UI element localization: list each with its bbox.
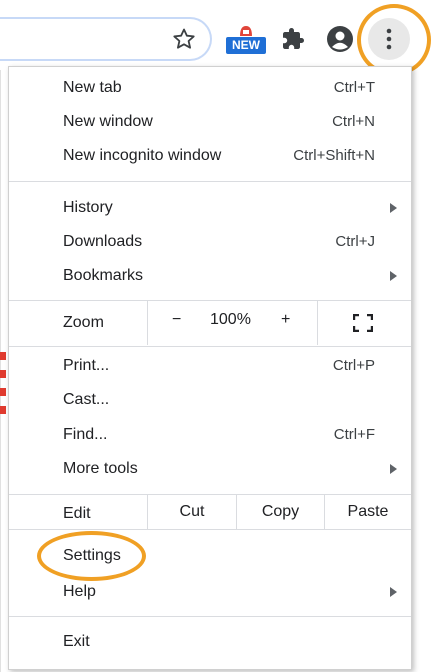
page-red-mark — [0, 406, 6, 414]
menu-item-label: Bookmarks — [63, 267, 144, 284]
menu-item-find[interactable]: Find... Ctrl+F — [9, 418, 411, 452]
menu-item-print[interactable]: Print... Ctrl+P — [9, 349, 411, 383]
menu-item-shortcut: Ctrl+T — [333, 79, 375, 96]
menu-separator — [9, 616, 411, 617]
menu-item-label: New incognito window — [63, 147, 222, 164]
menu-separator — [9, 181, 411, 182]
menu-item-cast[interactable]: Cast... — [9, 383, 411, 417]
menu-item-history[interactable]: History — [9, 191, 411, 225]
menu-item-label: More tools — [63, 460, 138, 477]
menu-item-bookmarks[interactable]: Bookmarks — [9, 259, 411, 293]
zoom-label: Zoom — [63, 314, 104, 331]
page-red-mark — [0, 388, 6, 396]
edit-label: Edit — [63, 505, 91, 522]
menu-item-help[interactable]: Help — [9, 575, 411, 609]
menu-item-shortcut: Ctrl+Shift+N — [293, 147, 375, 164]
menu-item-label: New tab — [63, 79, 122, 96]
extension-new-button[interactable]: NEW — [226, 24, 266, 60]
submenu-arrow-icon — [390, 203, 397, 213]
zoom-in-button[interactable]: + — [281, 311, 290, 329]
fullscreen-icon[interactable] — [353, 314, 373, 332]
menu-item-shortcut: Ctrl+J — [335, 233, 375, 250]
menu-item-new-window[interactable]: New window Ctrl+N — [9, 105, 411, 139]
menu-edit-row: Edit Cut Copy Paste — [9, 495, 411, 529]
menu-item-label: New window — [63, 113, 153, 130]
menu-item-shortcut: Ctrl+P — [332, 357, 375, 374]
menu-separator — [9, 529, 411, 530]
star-outline-icon[interactable] — [172, 27, 196, 51]
menu-item-new-tab[interactable]: New tab Ctrl+T — [9, 71, 411, 105]
zoom-divider — [147, 301, 148, 345]
menu-separator — [9, 346, 411, 347]
menu-item-label: Print... — [63, 357, 110, 374]
submenu-arrow-icon — [390, 464, 397, 474]
settings-highlight-circle — [37, 531, 146, 581]
page-red-mark — [0, 352, 6, 360]
zoom-out-button[interactable]: − — [172, 311, 181, 329]
extension-new-badge: NEW — [226, 37, 266, 54]
menu-item-exit[interactable]: Exit — [9, 625, 411, 659]
menu-zoom-row: Zoom − 100% + — [9, 301, 411, 345]
menu-item-label: Help — [63, 583, 96, 600]
menu-item-more-tools[interactable]: More tools — [9, 452, 411, 486]
menu-item-downloads[interactable]: Downloads Ctrl+J — [9, 225, 411, 259]
menu-item-label: Downloads — [63, 233, 143, 250]
cut-button[interactable]: Cut — [147, 495, 236, 529]
menu-item-shortcut: Ctrl+N — [332, 113, 375, 130]
submenu-arrow-icon — [390, 271, 397, 281]
browser-toolbar: NEW — [0, 0, 437, 76]
zoom-level-value: 100% — [210, 311, 251, 328]
account-circle-icon[interactable] — [326, 25, 354, 53]
extension-hat-icon — [240, 26, 252, 36]
menu-item-label: History — [63, 199, 113, 216]
menu-item-shortcut: Ctrl+F — [333, 426, 375, 443]
menu-item-label: Exit — [63, 633, 90, 650]
submenu-arrow-icon — [390, 587, 397, 597]
zoom-divider — [317, 301, 318, 345]
page-red-mark — [0, 370, 6, 378]
menu-item-new-incognito-window[interactable]: New incognito window Ctrl+Shift+N — [9, 139, 411, 173]
paste-button[interactable]: Paste — [324, 495, 411, 529]
puzzle-piece-icon[interactable] — [281, 27, 305, 51]
chrome-main-menu: New tab Ctrl+T New window Ctrl+N New inc… — [8, 66, 412, 670]
menu-item-label: Cast... — [63, 391, 110, 408]
copy-button[interactable]: Copy — [236, 495, 324, 529]
menu-item-label: Find... — [63, 426, 108, 443]
